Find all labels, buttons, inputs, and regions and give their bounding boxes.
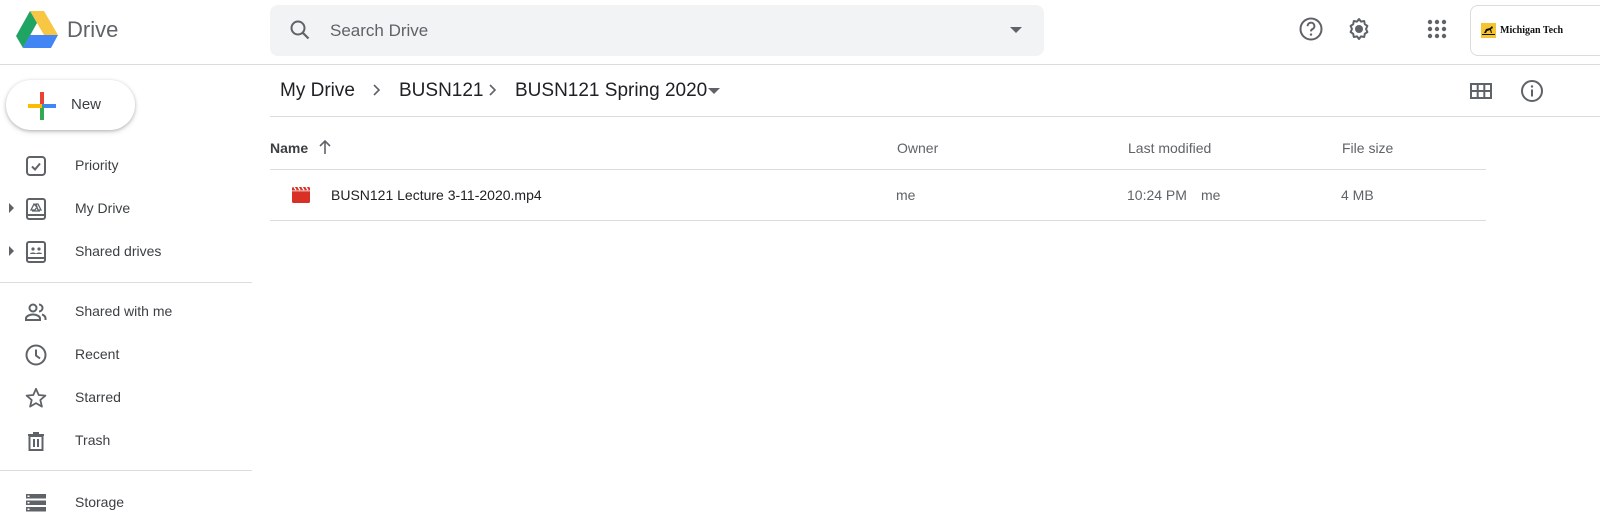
- chevron-right-icon: [489, 84, 497, 96]
- sidebar-item-label: Shared with me: [75, 303, 173, 319]
- arrow-up-icon[interactable]: [318, 139, 332, 155]
- file-name[interactable]: BUSN121 Lecture 3-11-2020.mp4: [331, 187, 542, 203]
- file-owner: me: [896, 187, 916, 203]
- priority-check-icon: [26, 156, 46, 176]
- sidebar-item-shared-drives[interactable]: Shared drives: [0, 231, 252, 271]
- settings-icon[interactable]: [1346, 16, 1372, 42]
- account-name: Michigan Tech: [1500, 25, 1564, 36]
- expand-caret-icon[interactable]: [9, 203, 14, 213]
- search-icon[interactable]: [288, 18, 312, 42]
- my-drive-icon: [26, 198, 46, 220]
- sidebar-item-label: Trash: [75, 432, 111, 448]
- top-bar: Drive Search Drive Michigan Tech: [0, 0, 1600, 65]
- sidebar-item-label: Recent: [75, 346, 120, 362]
- search-options-icon[interactable]: [1010, 27, 1022, 33]
- video-file-icon: [292, 187, 310, 203]
- column-header-file-size[interactable]: File size: [1342, 140, 1393, 156]
- chevron-right-icon: [373, 84, 381, 96]
- search-input[interactable]: Search Drive: [330, 21, 428, 41]
- sidebar-item-label: Priority: [75, 157, 119, 173]
- expand-caret-icon[interactable]: [9, 246, 14, 256]
- app-name: Drive: [67, 17, 119, 42]
- file-modified-by: me: [1201, 187, 1221, 203]
- sidebar-item-label: My Drive: [75, 200, 131, 216]
- breadcrumb-item[interactable]: BUSN121: [399, 80, 484, 102]
- breadcrumb-item[interactable]: My Drive: [280, 80, 355, 102]
- sidebar-divider: [0, 282, 252, 283]
- drive-logo-icon: [16, 11, 58, 48]
- column-header-name[interactable]: Name: [270, 140, 308, 156]
- table-divider: [270, 220, 1486, 221]
- grid-view-icon[interactable]: [1469, 79, 1493, 103]
- sidebar-item-label: Starred: [75, 389, 121, 405]
- clock-icon: [25, 344, 47, 366]
- table-row[interactable]: BUSN121 Lecture 3-11-2020.mp4 me 10:24 P…: [270, 170, 1486, 220]
- sidebar-item-label: Storage: [75, 494, 125, 510]
- new-button[interactable]: New: [6, 80, 135, 130]
- sidebar-item-trash[interactable]: Trash: [0, 420, 252, 460]
- sidebar-item-starred[interactable]: Starred: [0, 377, 252, 417]
- new-button-label: New: [71, 96, 102, 113]
- file-size: 4 MB: [1341, 187, 1374, 203]
- storage-icon: [26, 494, 46, 512]
- sidebar-item-shared-with-me[interactable]: Shared with me: [0, 291, 252, 331]
- folder-menu-caret-icon[interactable]: [708, 88, 720, 94]
- star-icon: [25, 387, 47, 408]
- michigan-tech-logo: [1481, 23, 1496, 38]
- breadcrumb-current[interactable]: BUSN121 Spring 2020: [515, 80, 707, 102]
- info-icon[interactable]: [1520, 79, 1544, 103]
- column-header-last-modified[interactable]: Last modified: [1128, 140, 1211, 156]
- trash-icon: [28, 432, 44, 451]
- plus-icon: [28, 92, 56, 120]
- sidebar-item-storage[interactable]: Storage: [0, 482, 252, 522]
- column-header-owner[interactable]: Owner: [897, 140, 938, 156]
- sidebar-divider: [0, 470, 252, 471]
- sidebar-item-label: Shared drives: [75, 243, 162, 259]
- breadcrumb: My Drive BUSN121 BUSN121 Spring 2020: [270, 65, 1600, 117]
- help-icon[interactable]: [1298, 16, 1324, 42]
- sidebar-item-my-drive[interactable]: My Drive: [0, 188, 252, 228]
- people-icon: [25, 303, 47, 321]
- account-button[interactable]: Michigan Tech: [1470, 5, 1600, 56]
- search-bar[interactable]: Search Drive: [270, 5, 1044, 56]
- file-last-modified: 10:24 PM: [1127, 187, 1187, 203]
- apps-grid-icon[interactable]: [1424, 16, 1450, 42]
- drive-logo[interactable]: Drive: [16, 11, 118, 49]
- sidebar-item-recent[interactable]: Recent: [0, 334, 252, 374]
- shared-drives-icon: [26, 241, 46, 263]
- sidebar-item-priority[interactable]: Priority: [0, 145, 252, 185]
